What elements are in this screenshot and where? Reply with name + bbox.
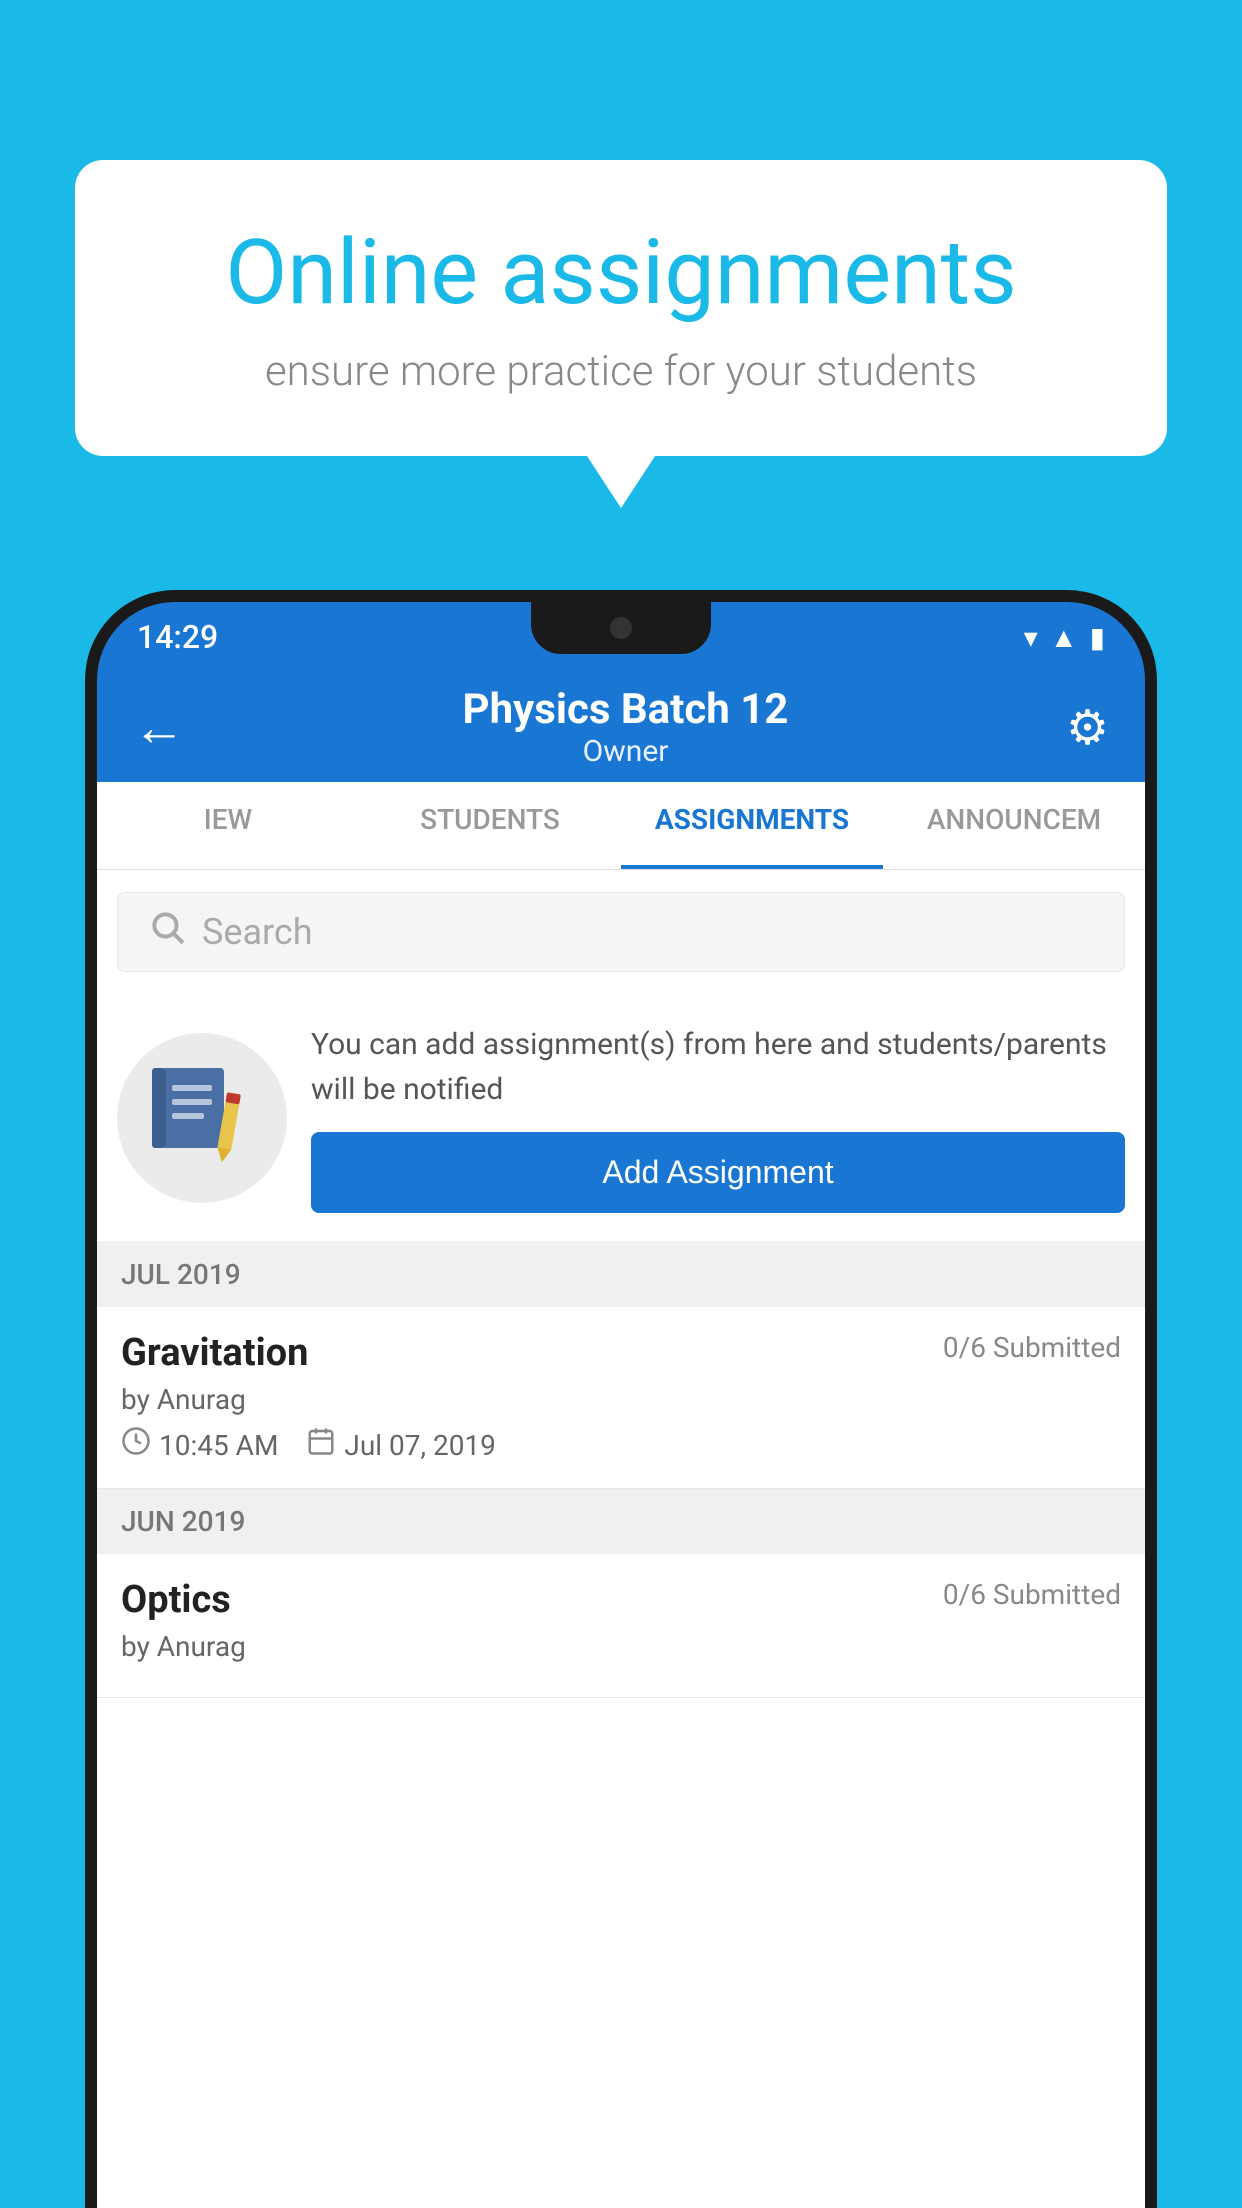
speech-bubble-container: Online assignments ensure more practice … xyxy=(75,160,1167,456)
assignment-icon-circle xyxy=(117,1033,287,1203)
camera-dot xyxy=(610,617,632,639)
assignment-title-gravitation: Gravitation xyxy=(121,1331,308,1375)
phone-inner: 14:29 ▾ ▲ ▮ ← Physics Batch 12 Owner ⚙ I… xyxy=(97,602,1145,2208)
battery-icon: ▮ xyxy=(1090,621,1105,654)
tab-iew[interactable]: IEW xyxy=(97,782,359,869)
assignment-date-gravitation: Jul 07, 2019 xyxy=(306,1426,496,1464)
section-header-jun-label: JUN 2019 xyxy=(121,1505,245,1538)
search-bar[interactable]: Search xyxy=(117,892,1125,972)
screen-content: Search xyxy=(97,870,1145,2208)
signal-icon: ▲ xyxy=(1050,621,1078,654)
section-header-jul-label: JUL 2019 xyxy=(121,1258,241,1291)
notebook-icon-svg xyxy=(152,1063,252,1173)
tab-assignments-label: ASSIGNMENTS xyxy=(655,803,849,836)
app-bar-title-group: Physics Batch 12 Owner xyxy=(463,685,789,769)
app-bar-title: Physics Batch 12 xyxy=(463,685,789,734)
section-header-jul: JUL 2019 xyxy=(97,1242,1145,1307)
status-time: 14:29 xyxy=(137,618,218,656)
speech-bubble-title: Online assignments xyxy=(145,220,1097,325)
assignment-by-gravitation: by Anurag xyxy=(121,1383,1121,1416)
assignment-item-gravitation[interactable]: Gravitation 0/6 Submitted by Anurag 10:4… xyxy=(97,1307,1145,1489)
app-bar: ← Physics Batch 12 Owner ⚙ xyxy=(97,672,1145,782)
search-icon xyxy=(148,908,186,956)
assignment-title-optics: Optics xyxy=(121,1578,231,1622)
wifi-icon: ▾ xyxy=(1024,621,1038,654)
tab-students-label: STUDENTS xyxy=(420,803,560,836)
section-header-jun: JUN 2019 xyxy=(97,1489,1145,1554)
add-assignment-button[interactable]: Add Assignment xyxy=(311,1132,1125,1213)
assignment-time-value: 10:45 AM xyxy=(159,1429,278,1462)
assignment-item-header-optics: Optics 0/6 Submitted xyxy=(121,1578,1121,1622)
assignment-submitted-optics: 0/6 Submitted xyxy=(943,1578,1121,1611)
assignment-right: You can add assignment(s) from here and … xyxy=(311,1022,1125,1213)
tab-announcements-label: ANNOUNCEM xyxy=(927,803,1101,836)
tab-iew-label: IEW xyxy=(204,803,252,836)
clock-icon xyxy=(121,1426,151,1464)
assignment-time-gravitation: 10:45 AM xyxy=(121,1426,278,1464)
settings-icon[interactable]: ⚙ xyxy=(1066,699,1109,756)
app-bar-subtitle: Owner xyxy=(463,734,789,769)
assignment-description: You can add assignment(s) from here and … xyxy=(311,1022,1125,1112)
calendar-icon xyxy=(306,1426,336,1464)
assignment-item-optics[interactable]: Optics 0/6 Submitted by Anurag xyxy=(97,1554,1145,1698)
search-placeholder: Search xyxy=(202,911,313,953)
phone-notch xyxy=(531,602,711,654)
assignment-by-optics: by Anurag xyxy=(121,1630,1121,1663)
phone-mockup: 14:29 ▾ ▲ ▮ ← Physics Batch 12 Owner ⚙ I… xyxy=(85,590,1157,2208)
speech-bubble-subtitle: ensure more practice for your students xyxy=(145,347,1097,396)
assignment-meta-gravitation: 10:45 AM Jul 07, 2019 xyxy=(121,1426,1121,1464)
add-assignment-section: You can add assignment(s) from here and … xyxy=(97,994,1145,1242)
back-button[interactable]: ← xyxy=(133,697,185,758)
tab-students[interactable]: STUDENTS xyxy=(359,782,621,869)
tab-assignments[interactable]: ASSIGNMENTS xyxy=(621,782,883,869)
assignment-date-value: Jul 07, 2019 xyxy=(344,1429,496,1462)
tab-announcements[interactable]: ANNOUNCEM xyxy=(883,782,1145,869)
status-icons: ▾ ▲ ▮ xyxy=(1024,621,1105,654)
assignment-item-header: Gravitation 0/6 Submitted xyxy=(121,1331,1121,1375)
assignment-submitted-gravitation: 0/6 Submitted xyxy=(943,1331,1121,1364)
speech-bubble: Online assignments ensure more practice … xyxy=(75,160,1167,456)
tabs-bar: IEW STUDENTS ASSIGNMENTS ANNOUNCEM xyxy=(97,782,1145,870)
